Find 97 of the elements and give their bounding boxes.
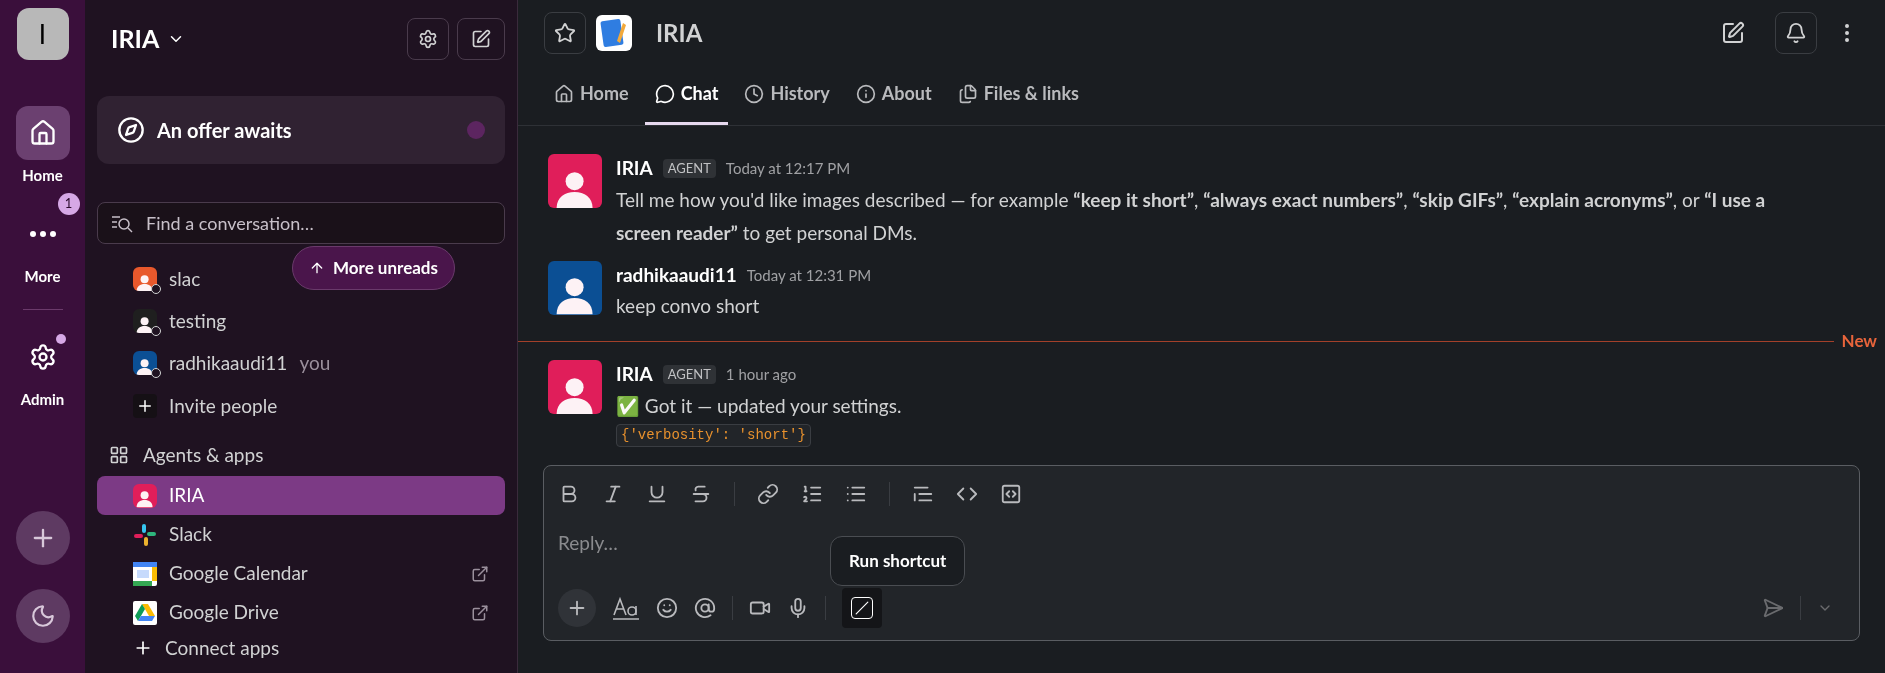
send-icon[interactable] (1762, 597, 1784, 619)
search-field[interactable]: Find a conversation… (97, 202, 505, 244)
star-button[interactable] (544, 12, 586, 54)
message-text: Tell me how you'd like images described — for example “keep it short”, “always exact numbers”, “skip GIFs”, “explain acronyms”, or “I use a screen reader” to get personal DMs. (616, 186, 1767, 246)
author-name[interactable]: radhikaaudi11 (616, 260, 737, 289)
tab-icon (554, 83, 574, 104)
tab-icon (855, 83, 876, 104)
compose-button[interactable] (457, 18, 505, 60)
workspace-icon[interactable]: I (16, 8, 69, 60)
conversation-name: radhikaaudi11 (169, 349, 288, 376)
link-icon[interactable] (757, 483, 779, 505)
tab[interactable]: History (734, 65, 840, 125)
tab-icon (654, 83, 675, 104)
conversation-name: testing (169, 307, 227, 334)
home-icon (28, 119, 57, 147)
status-icon (151, 284, 161, 294)
app-item[interactable]: Google Calendar (97, 554, 505, 593)
underline-icon[interactable] (646, 483, 668, 505)
message-text: ✅ Got it — updated your settings. (616, 392, 903, 419)
tab[interactable]: Home (544, 65, 639, 125)
slash-icon (855, 601, 869, 615)
theme-button[interactable] (15, 589, 70, 643)
app-name: IRIA (169, 482, 205, 509)
settings-icon (418, 29, 438, 49)
new-divider-label: New (1840, 329, 1878, 354)
search-icon (111, 213, 133, 233)
settings-button[interactable] (407, 18, 449, 60)
code-block-icon[interactable] (1000, 483, 1022, 505)
offer-banner[interactable]: An offer awaits (97, 96, 505, 164)
connect-text: Connect apps (165, 634, 280, 661)
notebook-icon (596, 15, 632, 51)
external-link-icon[interactable] (471, 603, 489, 622)
offer-text: An offer awaits (157, 117, 292, 144)
moon-icon (29, 603, 56, 629)
tab[interactable]: About (845, 65, 942, 125)
app-name: Google Drive (169, 599, 279, 626)
you-label: you (299, 349, 331, 376)
drive-icon (133, 600, 157, 625)
count-badge: 1 (57, 192, 80, 215)
bell-icon (1785, 22, 1807, 44)
calendar-icon (133, 561, 157, 586)
rail-label: Home (22, 165, 63, 186)
agent-badge: AGENT (662, 364, 716, 384)
apps-icon (109, 445, 129, 465)
conversation-name: slac (169, 265, 201, 292)
emoji-icon[interactable] (656, 597, 678, 619)
more-unreads-button[interactable]: More unreads (292, 246, 455, 290)
conversation-item[interactable]: slac (97, 258, 205, 300)
code-snippet: {'verbosity': 'short'} (616, 423, 811, 447)
notifications-button[interactable] (1775, 12, 1817, 54)
agent-badge: AGENT (662, 158, 716, 178)
settings-icon (28, 343, 57, 371)
rail-label: Admin (20, 389, 65, 410)
tab-icon (957, 83, 978, 104)
numbered-list-icon[interactable] (801, 483, 823, 505)
tab[interactable]: Files & links (947, 65, 1089, 125)
plus-icon (136, 397, 154, 415)
attach-button[interactable] (558, 589, 596, 627)
app-item[interactable]: Google Drive (97, 593, 505, 632)
rail-label: More (24, 265, 61, 287)
timestamp[interactable]: Today at 12:17 PM (725, 157, 851, 180)
external-link-icon[interactable] (471, 564, 489, 583)
avatar-icon (133, 483, 157, 508)
formatting-icon[interactable] (612, 595, 640, 621)
pinwheel-icon (133, 522, 157, 547)
tab-icon (744, 83, 765, 104)
compass-icon (117, 116, 145, 144)
tab[interactable]: Chat (644, 65, 729, 125)
workspace-name[interactable]: IRIA (111, 20, 160, 58)
rail-button[interactable] (15, 106, 70, 160)
author-name[interactable]: IRIA (616, 154, 653, 183)
timestamp[interactable]: 1 hour ago (725, 363, 797, 386)
invite-text: Invite people (169, 392, 278, 419)
tooltip: Run shortcut (830, 536, 966, 586)
app-name: Google Calendar (169, 560, 308, 587)
section-title[interactable]: Agents & apps (143, 440, 264, 470)
add-button[interactable] (15, 511, 70, 565)
status-icon (151, 368, 161, 378)
app-item[interactable]: Slack (97, 515, 505, 554)
strikethrough-icon[interactable] (690, 483, 712, 505)
star-icon (554, 22, 576, 44)
message-text: keep convo short (616, 293, 761, 319)
compose-icon (471, 29, 491, 49)
app-name: Slack (169, 521, 212, 548)
connect-item[interactable]: Connect apps (97, 632, 505, 664)
channel-title: IRIA (656, 17, 703, 49)
conversation-item[interactable]: testing (97, 300, 231, 342)
more-icon (29, 230, 56, 237)
invite-item[interactable]: Invite people (97, 384, 505, 428)
author-name[interactable]: IRIA (616, 360, 653, 389)
mention-icon[interactable] (694, 597, 716, 619)
shortcut-button[interactable] (842, 588, 882, 628)
conversation-item[interactable]: radhikaaudi11 you (97, 342, 335, 384)
status-icon (151, 326, 161, 336)
compose-icon[interactable] (1721, 21, 1745, 45)
timestamp[interactable]: Today at 12:31 PM (746, 263, 872, 286)
app-item[interactable]: IRIA (97, 476, 505, 515)
